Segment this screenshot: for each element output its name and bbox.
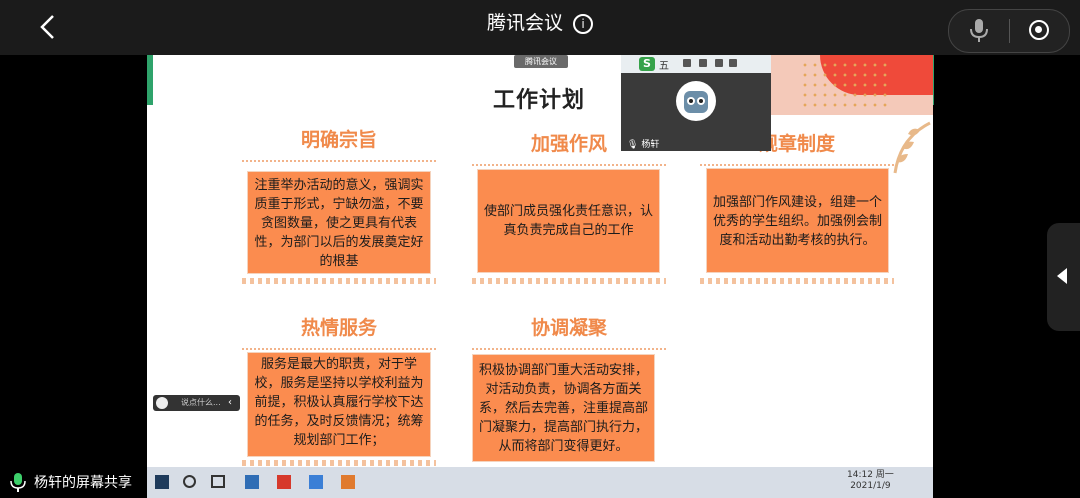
shared-taskbar: 14:12 周一 2021/1/9 xyxy=(147,467,933,498)
info-icon[interactable]: i xyxy=(573,13,593,34)
share-border-left-top xyxy=(147,55,153,105)
microphone-icon xyxy=(10,473,26,492)
side-panel-toggle[interactable] xyxy=(1047,223,1080,331)
card-bottom-2 xyxy=(472,278,666,284)
toolbar-icon xyxy=(715,59,723,67)
toolbar-icon xyxy=(699,59,707,67)
taskbar-time: 14:12 周一 xyxy=(847,470,894,480)
card-heading-4: 热情服务 xyxy=(242,312,436,350)
triangle-left-icon xyxy=(1057,268,1067,284)
card-body-1: 注重举办活动的意义，强调实质重于形式，宁缺勿滥，不要贪图数量，使之更具有代表性，… xyxy=(247,171,431,274)
wps-icon xyxy=(277,475,291,489)
avatar xyxy=(676,81,716,121)
card-body-2: 使部门成员强化责任意识，认真负责完成自己的工作 xyxy=(477,169,660,273)
slide-decoration-dots xyxy=(800,60,890,110)
screen-share-label: 杨轩的屏幕共享 xyxy=(34,475,132,491)
toolbar-icon xyxy=(683,59,691,67)
chat-placeholder: 说点什么... xyxy=(181,398,221,407)
participant-name: 🎙 杨轩 xyxy=(627,137,659,150)
record-icon[interactable] xyxy=(1029,20,1049,40)
meeting-title: 腾讯会议 i xyxy=(0,10,1080,36)
participant-name-text: 杨轩 xyxy=(641,140,660,150)
remote-toolbar: S 五 xyxy=(621,55,771,73)
toolbar-text: 五 xyxy=(659,61,669,72)
card-heading-5: 协调凝聚 xyxy=(472,312,666,350)
app-icon xyxy=(309,475,323,489)
slide-title: 工作计划 xyxy=(493,88,586,113)
taskbar-clock: 14:12 周一 2021/1/9 xyxy=(847,470,894,492)
control-pill xyxy=(948,9,1070,53)
toolbar-icon xyxy=(729,59,737,67)
card-body-5: 积极协调部门重大活动安排，对活动负责，协调各方面关系，然后去完善，注重提高部门凝… xyxy=(472,354,655,462)
meeting-tag: 腾讯会议 xyxy=(514,55,568,68)
microphone-button[interactable] xyxy=(969,18,989,48)
card-heading-1: 明确宗旨 xyxy=(242,124,436,162)
avatar-image-icon xyxy=(684,91,708,113)
chevron-left-small-icon[interactable]: ‹ xyxy=(228,395,232,411)
card-body-4: 服务是最大的职责，对于学校，服务是坚持以学校利益为前提，积极认真履行学校下达的任… xyxy=(247,352,431,457)
app-icon xyxy=(245,475,259,489)
card-bottom-3 xyxy=(700,278,894,284)
search-icon xyxy=(183,475,196,488)
task-view-icon xyxy=(211,475,225,488)
pill-divider xyxy=(1009,19,1010,43)
taskbar-date: 2021/1/9 xyxy=(850,481,891,491)
microphone-icon xyxy=(970,19,988,42)
windows-start-icon xyxy=(155,475,169,489)
app-icon xyxy=(341,475,355,489)
participant-video-tile[interactable]: S 五 🎙 杨轩 xyxy=(621,55,771,151)
chat-input-pill[interactable]: 说点什么... ‹ xyxy=(153,395,240,411)
mic-small-icon: 🎙 xyxy=(627,140,639,150)
card-body-3: 加强部门作风建设，组建一个优秀的学生组织。加强例会制度和活动出勤考核的执行。 xyxy=(706,168,889,273)
leaf-icon xyxy=(893,121,931,174)
app-title: 腾讯会议 xyxy=(486,12,563,34)
sogou-icon: S xyxy=(639,57,655,71)
top-bar: 腾讯会议 i xyxy=(0,0,1080,55)
emoji-icon[interactable] xyxy=(156,397,168,409)
card-bottom-1 xyxy=(242,278,436,284)
card-bottom-4 xyxy=(242,460,436,466)
